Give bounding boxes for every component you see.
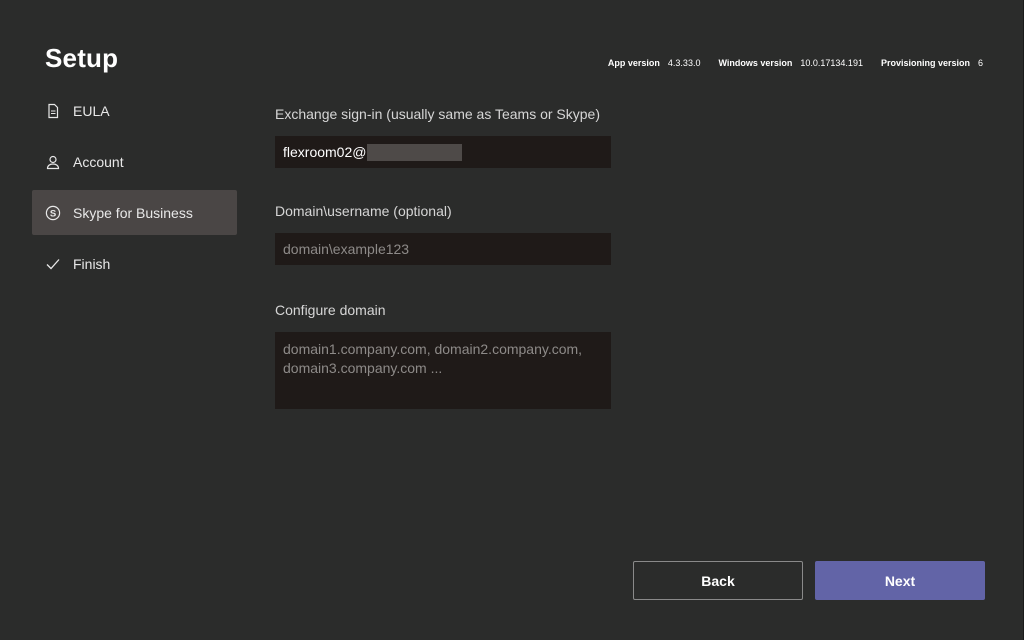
nav-item-label: Account xyxy=(73,153,124,170)
person-icon xyxy=(45,154,61,170)
domain-username-label: Domain\username (optional) xyxy=(275,203,452,219)
exchange-signin-input[interactable]: flexroom02@ xyxy=(275,136,611,168)
configure-domain-label: Configure domain xyxy=(275,302,386,318)
provisioning-version: Provisioning version 6 xyxy=(880,58,983,68)
nav-item-skype-for-business[interactable]: S Skype for Business xyxy=(32,190,237,235)
skype-form: Exchange sign-in (usually same as Teams … xyxy=(275,106,611,409)
windows-version: Windows version 10.0.17134.191 xyxy=(718,58,863,68)
nav-item-finish[interactable]: Finish xyxy=(32,241,237,286)
app-version: App version 4.3.33.0 xyxy=(607,58,701,68)
version-info: App version 4.3.33.0 Windows version 10.0.… xyxy=(608,58,983,68)
back-button[interactable]: Back xyxy=(633,561,803,600)
domain-username-input[interactable]: domain\example123 xyxy=(275,233,611,265)
setup-nav: EULA Account S Skype for Business Finish xyxy=(32,88,237,292)
document-icon xyxy=(45,103,61,119)
nav-item-account[interactable]: Account xyxy=(32,139,237,184)
exchange-signin-value: flexroom02@ xyxy=(283,144,367,160)
skype-icon: S xyxy=(45,205,61,221)
svg-text:S: S xyxy=(50,208,56,219)
next-button[interactable]: Next xyxy=(815,561,985,600)
domain-username-placeholder: domain\example123 xyxy=(283,241,410,257)
page-title: Setup xyxy=(45,43,119,73)
nav-item-label: EULA xyxy=(73,102,110,119)
setup-window: Setup App version 4.3.33.0 Windows versio… xyxy=(0,0,1024,640)
configure-domain-textarea[interactable]: domain1.company.com, domain2.company.com… xyxy=(275,332,611,409)
redacted-block xyxy=(367,143,463,161)
checkmark-icon xyxy=(45,256,61,272)
exchange-signin-label: Exchange sign-in (usually same as Teams … xyxy=(275,106,601,122)
nav-item-label: Finish xyxy=(73,255,111,272)
configure-domain-placeholder: domain1.company.com, domain2.company.com… xyxy=(283,341,583,376)
nav-item-label: Skype for Business xyxy=(73,204,193,221)
nav-item-eula[interactable]: EULA xyxy=(32,88,237,133)
